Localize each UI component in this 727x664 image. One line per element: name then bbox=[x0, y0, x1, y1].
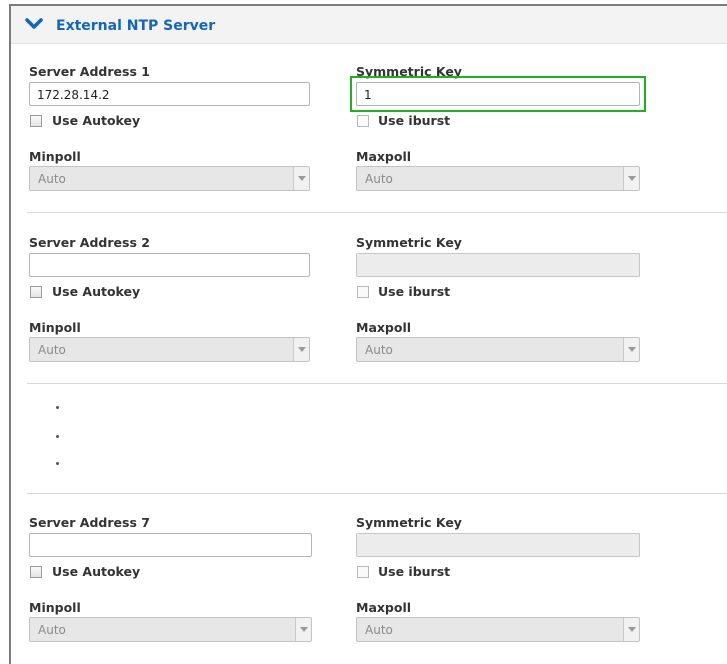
server-address-label: Server Address 2 bbox=[29, 235, 150, 250]
symmetric-key-label: Symmetric Key bbox=[356, 235, 462, 250]
caret-down-icon bbox=[628, 627, 636, 632]
minpoll-value: Auto bbox=[38, 623, 66, 637]
maxpoll-value: Auto bbox=[365, 172, 393, 186]
caret-down-icon bbox=[300, 627, 308, 632]
divider bbox=[27, 383, 727, 384]
use-iburst-checkbox[interactable] bbox=[357, 115, 369, 127]
dropdown-arrow[interactable] bbox=[295, 618, 311, 641]
symmetric-key-label: Symmetric Key bbox=[356, 515, 462, 530]
ellipsis-dot bbox=[56, 435, 59, 438]
chevron-down-icon[interactable] bbox=[25, 17, 43, 31]
use-iburst-label[interactable]: Use iburst bbox=[378, 564, 450, 579]
ellipsis-dot bbox=[56, 462, 59, 465]
maxpoll-label: Maxpoll bbox=[356, 149, 412, 164]
maxpoll-value: Auto bbox=[365, 623, 393, 637]
use-iburst-label[interactable]: Use iburst bbox=[378, 284, 450, 299]
symmetric-key-input[interactable]: 1 bbox=[356, 82, 640, 106]
minpoll-select[interactable]: Auto bbox=[29, 337, 310, 362]
ellipsis-dot bbox=[56, 406, 59, 409]
minpoll-select[interactable]: Auto bbox=[29, 617, 312, 642]
dropdown-arrow[interactable] bbox=[293, 167, 309, 190]
maxpoll-value: Auto bbox=[365, 343, 393, 357]
use-autokey-checkbox[interactable] bbox=[30, 115, 42, 127]
use-autokey-label[interactable]: Use Autokey bbox=[52, 113, 140, 128]
server-address-label: Server Address 7 bbox=[29, 515, 150, 530]
dropdown-arrow[interactable] bbox=[293, 338, 309, 361]
server-address-input[interactable] bbox=[29, 253, 310, 277]
maxpoll-label: Maxpoll bbox=[356, 600, 412, 615]
server-address-label: Server Address 1 bbox=[29, 64, 150, 79]
use-autokey-label[interactable]: Use Autokey bbox=[52, 564, 140, 579]
use-iburst-checkbox[interactable] bbox=[357, 566, 369, 578]
caret-down-icon bbox=[628, 347, 636, 352]
maxpoll-select[interactable]: Auto bbox=[356, 337, 640, 362]
panel-header[interactable]: External NTP Server bbox=[11, 6, 727, 44]
ntp-panel: External NTP Server Server Address 1 172… bbox=[9, 4, 727, 664]
use-autokey-checkbox[interactable] bbox=[30, 286, 42, 298]
divider bbox=[27, 493, 727, 494]
use-autokey-checkbox[interactable] bbox=[30, 566, 42, 578]
maxpoll-select[interactable]: Auto bbox=[356, 617, 640, 642]
minpoll-select[interactable]: Auto bbox=[29, 166, 310, 191]
use-autokey-label[interactable]: Use Autokey bbox=[52, 284, 140, 299]
maxpoll-label: Maxpoll bbox=[356, 320, 412, 335]
symmetric-key-input[interactable] bbox=[356, 253, 640, 277]
use-iburst-checkbox[interactable] bbox=[357, 286, 369, 298]
use-iburst-label[interactable]: Use iburst bbox=[378, 113, 450, 128]
minpoll-label: Minpoll bbox=[29, 320, 81, 335]
symmetric-key-input[interactable] bbox=[356, 533, 640, 557]
panel-title: External NTP Server bbox=[56, 18, 216, 34]
maxpoll-select[interactable]: Auto bbox=[356, 166, 640, 191]
minpoll-label: Minpoll bbox=[29, 600, 81, 615]
dropdown-arrow[interactable] bbox=[623, 167, 639, 190]
dropdown-arrow[interactable] bbox=[623, 618, 639, 641]
caret-down-icon bbox=[298, 347, 306, 352]
server-address-input[interactable]: 172.28.14.2 bbox=[29, 82, 310, 106]
server-address-input[interactable] bbox=[29, 533, 312, 557]
minpoll-value: Auto bbox=[38, 172, 66, 186]
minpoll-value: Auto bbox=[38, 343, 66, 357]
caret-down-icon bbox=[298, 176, 306, 181]
caret-down-icon bbox=[628, 176, 636, 181]
divider bbox=[27, 212, 727, 213]
dropdown-arrow[interactable] bbox=[623, 338, 639, 361]
minpoll-label: Minpoll bbox=[29, 149, 81, 164]
